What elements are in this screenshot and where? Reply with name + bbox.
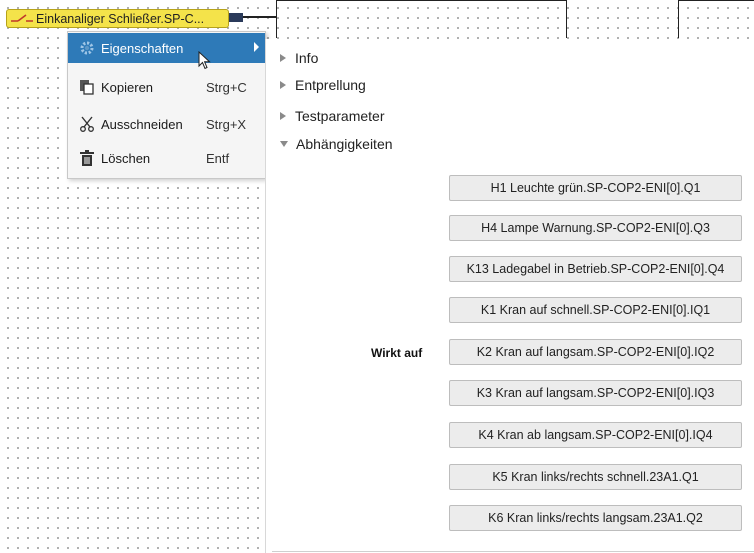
section-dependencies[interactable]: Abhängigkeiten [280, 134, 393, 154]
scissors-icon [78, 115, 96, 133]
expand-arrow-icon [280, 112, 286, 120]
menu-item-label: Löschen [101, 150, 151, 166]
menu-item-label: Eigenschaften [101, 40, 184, 56]
dependency-button[interactable]: K6 Kran links/rechts langsam.23A1.Q2 [449, 505, 742, 531]
context-menu: Eigenschaften Kopieren Strg+C Ausschneid… [67, 31, 266, 179]
dependency-button[interactable]: K2 Kran auf langsam.SP-COP2-ENI[0].IQ2 [449, 339, 742, 365]
expand-arrow-icon [280, 81, 286, 89]
dependency-button[interactable]: K13 Ladegabel in Betrieb.SP-COP2-ENI[0].… [449, 256, 742, 282]
section-label: Testparameter [295, 108, 385, 124]
section-label: Entprellung [295, 77, 366, 93]
canvas-wire [243, 16, 276, 18]
properties-panel: Info Entprellung Testparameter Abhängigk… [265, 39, 754, 553]
gear-icon [78, 39, 96, 57]
dependency-button[interactable]: H1 Leuchte grün.SP-COP2-ENI[0].Q1 [449, 175, 742, 201]
section-debounce[interactable]: Entprellung [280, 75, 366, 95]
mouse-pointer-icon [198, 51, 211, 70]
collapse-arrow-icon [280, 141, 288, 147]
switch-icon [11, 13, 33, 22]
section-label: Info [295, 50, 319, 66]
dependency-button[interactable]: K4 Kran ab langsam.SP-COP2-ENI[0].IQ4 [449, 422, 742, 448]
dependency-button[interactable]: K1 Kran auf schnell.SP-COP2-ENI[0].IQ1 [449, 297, 742, 323]
element-label: Einkanaliger Schließer.SP-C... [36, 11, 205, 26]
canvas-element-block[interactable]: Einkanaliger Schließer.SP-C... [6, 9, 229, 28]
section-test-parameters[interactable]: Testparameter [280, 106, 384, 126]
copy-icon [78, 78, 96, 96]
canvas-frame [276, 0, 567, 38]
menu-item-label: Kopieren [101, 79, 154, 95]
dependency-button[interactable]: K5 Kran links/rechts schnell.23A1.Q1 [449, 464, 742, 490]
expand-arrow-icon [280, 54, 286, 62]
section-label: Abhängigkeiten [296, 136, 393, 152]
menu-item-shortcut: Strg+X [206, 116, 247, 132]
menu-item-delete[interactable]: Löschen Entf [68, 143, 265, 173]
output-port[interactable] [229, 13, 243, 22]
panel-divider [272, 551, 754, 552]
menu-item-copy[interactable]: Kopieren Strg+C [68, 72, 265, 102]
menu-item-label: Ausschneiden [101, 116, 183, 132]
menu-item-shortcut: Entf [206, 150, 230, 166]
dependency-label: Wirkt auf [371, 346, 423, 360]
canvas-frame [678, 0, 754, 38]
dependency-button[interactable]: K3 Kran auf langsam.SP-COP2-ENI[0].IQ3 [449, 380, 742, 406]
menu-item-properties[interactable]: Eigenschaften [68, 33, 265, 63]
submenu-arrow-icon [254, 42, 259, 52]
menu-item-shortcut: Strg+C [206, 79, 247, 95]
section-info[interactable]: Info [280, 48, 318, 68]
trash-icon [78, 149, 96, 167]
dependency-button[interactable]: H4 Lampe Warnung.SP-COP2-ENI[0].Q3 [449, 215, 742, 241]
menu-item-cut[interactable]: Ausschneiden Strg+X [68, 109, 265, 139]
